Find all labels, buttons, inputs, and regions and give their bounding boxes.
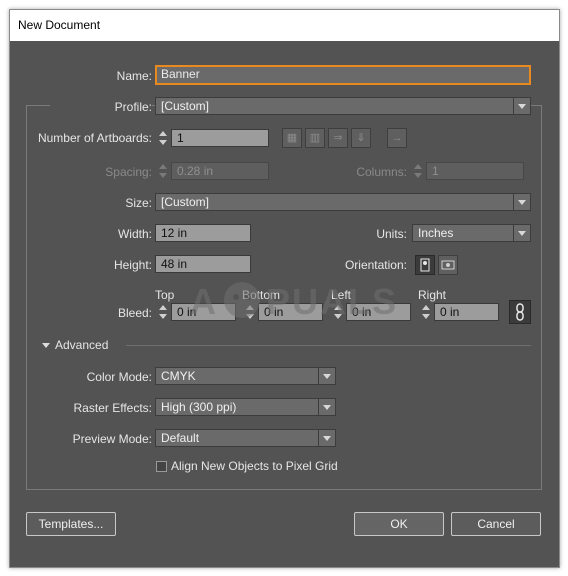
title-bar: New Document <box>10 10 559 41</box>
raster-effects-value: High (300 ppi) <box>161 400 237 414</box>
align-pixel-grid-checkbox[interactable] <box>156 461 167 472</box>
bleed-right-stepper[interactable] <box>420 303 433 321</box>
portrait-icon-glyph <box>420 258 430 272</box>
chevron-down-icon <box>513 194 530 210</box>
bleed-label: Bleed: <box>117 306 152 320</box>
bleed-right-label: Right <box>418 288 447 302</box>
name-label: Name: <box>116 69 152 83</box>
raster-effects-label: Raster Effects: <box>73 401 152 415</box>
chevron-down-icon <box>318 399 335 415</box>
size-value: [Custom] <box>161 195 210 209</box>
units-label: Units: <box>376 227 407 241</box>
preview-mode-select[interactable]: Default <box>155 429 336 447</box>
new-document-dialog: New Document Name: Banner Profile: [Cust… <box>9 9 560 568</box>
units-select[interactable]: Inches <box>412 224 531 242</box>
spacing-label: Spacing: <box>105 165 152 179</box>
chevron-down-icon <box>318 368 335 384</box>
bleed-top-input[interactable]: 0 in <box>171 303 236 321</box>
artboards-stepper[interactable] <box>157 129 170 147</box>
preview-mode-value: Default <box>161 431 200 445</box>
chevron-down-icon <box>318 430 335 446</box>
chain-link-glyph <box>516 303 524 321</box>
grid-by-row-icon[interactable]: ▦ <box>282 128 302 148</box>
spacing-input[interactable]: 0.28 in <box>171 162 269 180</box>
chevron-down-icon <box>513 225 530 241</box>
bleed-left-label: Left <box>331 288 352 302</box>
size-select[interactable]: [Custom] <box>155 193 531 211</box>
name-input[interactable]: Banner <box>155 65 531 85</box>
align-pixel-grid-label[interactable]: Align New Objects to Pixel Grid <box>171 459 338 473</box>
spacing-stepper[interactable] <box>157 162 170 180</box>
color-mode-select[interactable]: CMYK <box>155 367 336 385</box>
columns-label: Columns: <box>356 165 407 179</box>
ok-button[interactable]: OK <box>354 512 444 536</box>
size-label: Size: <box>125 196 152 210</box>
artboards-input[interactable]: 1 <box>171 129 269 147</box>
templates-button[interactable]: Templates... <box>26 512 116 536</box>
bleed-top-label: Top <box>155 288 175 302</box>
landscape-icon[interactable] <box>438 255 458 275</box>
bleed-top-stepper[interactable] <box>157 303 170 321</box>
units-value: Inches <box>418 226 454 240</box>
collapse-triangle-icon[interactable] <box>42 343 50 348</box>
color-mode-value: CMYK <box>161 369 196 383</box>
height-label: Height: <box>113 258 152 272</box>
bleed-bottom-label: Bottom <box>242 288 281 302</box>
landscape-icon-glyph <box>441 260 455 270</box>
preview-mode-label: Preview Mode: <box>72 432 152 446</box>
advanced-toggle[interactable]: Advanced <box>55 338 108 352</box>
bleed-bottom-input[interactable]: 0 in <box>258 303 323 321</box>
bleed-right-input[interactable]: 0 in <box>434 303 499 321</box>
profile-label: Profile: <box>50 100 152 114</box>
arrange-by-row-icon[interactable]: ⇒ <box>328 128 348 148</box>
width-label: Width: <box>117 227 152 241</box>
profile-select[interactable]: [Custom] <box>155 97 531 115</box>
profile-value: [Custom] <box>161 99 210 113</box>
portrait-icon[interactable] <box>415 255 435 275</box>
bleed-bottom-stepper[interactable] <box>244 303 257 321</box>
orientation-label: Orientation: <box>344 258 407 272</box>
columns-input[interactable]: 1 <box>426 162 524 180</box>
bleed-left-input[interactable]: 0 in <box>346 303 411 321</box>
grid-by-column-icon[interactable]: ▥ <box>305 128 325 148</box>
color-mode-label: Color Mode: <box>86 370 152 384</box>
right-to-left-icon[interactable]: → <box>387 128 407 148</box>
advanced-divider <box>126 345 531 346</box>
bleed-left-stepper[interactable] <box>332 303 345 321</box>
artboards-label: Number of Artboards: <box>37 131 152 145</box>
dialog-title: New Document <box>18 18 101 32</box>
width-input[interactable]: 12 in <box>155 224 251 242</box>
arrange-by-column-icon[interactable]: ⇓ <box>351 128 371 148</box>
chevron-down-icon <box>513 98 530 114</box>
cancel-button[interactable]: Cancel <box>451 512 541 536</box>
chain-link-icon[interactable] <box>509 300 531 324</box>
raster-effects-select[interactable]: High (300 ppi) <box>155 398 336 416</box>
columns-stepper[interactable] <box>412 162 425 180</box>
height-input[interactable]: 48 in <box>155 255 251 273</box>
